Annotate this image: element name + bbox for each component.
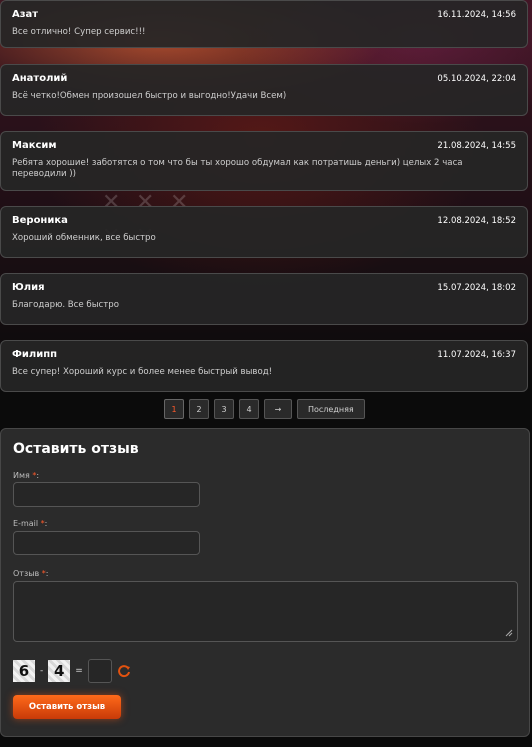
page-button-4[interactable]: 4 (239, 399, 259, 419)
page-button-2[interactable]: 2 (189, 399, 209, 419)
review-date: 21.08.2024, 14:55 (437, 140, 516, 151)
captcha-equals: = (75, 666, 83, 676)
email-label: E-mail *: (13, 519, 47, 528)
label-colon: : (44, 519, 48, 528)
submit-review-button[interactable]: Оставить отзыв (13, 695, 121, 719)
page-button-3[interactable]: 3 (214, 399, 234, 419)
page-button-1[interactable]: 1 (164, 399, 184, 419)
review-author: Анатолий (12, 73, 68, 84)
review-text: Хороший обменник, все быстро (12, 233, 156, 243)
review-date: 05.10.2024, 22:04 (437, 73, 516, 84)
review-label-text: Отзыв (13, 569, 40, 578)
last-page-button[interactable]: Последняя (297, 399, 365, 419)
review-card: Филипп 11.07.2024, 16:37 Все супер! Хоро… (0, 340, 528, 392)
review-text: Все супер! Хороший курс и более менее бы… (12, 367, 273, 377)
name-label: Имя *: (13, 471, 39, 480)
captcha-answer-input[interactable] (87, 659, 112, 683)
review-card: Юлия 15.07.2024, 18:02 Благодарю. Все бы… (0, 273, 528, 325)
review-text: Ребята хорошие! заботятся о том что бы т… (12, 158, 463, 179)
next-page-button[interactable]: → (264, 399, 292, 419)
email-label-text: E-mail (13, 519, 39, 528)
review-author: Юлия (12, 282, 45, 293)
review-label: Отзыв *: (13, 569, 49, 578)
pagination: 1 2 3 4 → Последняя (164, 399, 365, 419)
review-author: Вероника (12, 215, 68, 226)
review-text: Всё четко!Обмен произошел быстро и выгод… (12, 91, 287, 101)
captcha-operator: - (40, 666, 44, 676)
captcha-digit-a: 6 (13, 660, 35, 682)
review-text: Все отлично! Супер сервис!!! (12, 27, 146, 37)
refresh-icon[interactable] (117, 664, 131, 678)
review-date: 16.11.2024, 14:56 (437, 9, 516, 20)
review-card: Максим 21.08.2024, 14:55 Ребята хорошие!… (0, 131, 528, 191)
review-textarea[interactable] (13, 581, 518, 642)
review-form: Оставить отзыв Имя *: E-mail *: Отзыв *:… (0, 428, 530, 737)
captcha: 6 - 4 = (13, 659, 131, 683)
form-title: Оставить отзыв (13, 441, 139, 457)
email-input[interactable] (13, 531, 200, 555)
review-card: Вероника 12.08.2024, 18:52 Хороший обмен… (0, 206, 528, 258)
review-author: Максим (12, 140, 57, 151)
name-label-text: Имя (13, 471, 30, 480)
review-date: 15.07.2024, 18:02 (437, 282, 516, 293)
review-date: 11.07.2024, 16:37 (437, 349, 516, 360)
review-date: 12.08.2024, 18:52 (437, 215, 516, 226)
review-author: Азат (12, 9, 39, 20)
label-colon: : (36, 471, 40, 480)
arrow-right-icon: → (274, 404, 282, 414)
captcha-digit-b: 4 (48, 660, 71, 682)
name-input[interactable] (13, 482, 200, 507)
review-text: Благодарю. Все быстро (12, 300, 119, 310)
review-card: Азат 16.11.2024, 14:56 Все отлично! Супе… (0, 0, 528, 48)
review-author: Филипп (12, 349, 58, 360)
resize-handle-icon[interactable] (505, 629, 513, 637)
review-card: Анатолий 05.10.2024, 22:04 Всё четко!Обм… (0, 64, 528, 116)
label-colon: : (45, 569, 49, 578)
